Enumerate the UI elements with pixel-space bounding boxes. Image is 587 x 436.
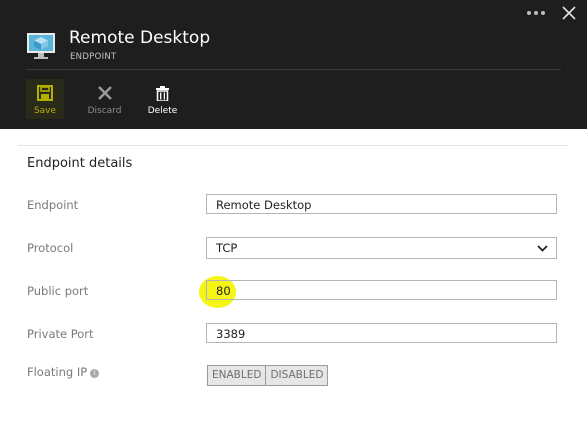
- header-divider: [26, 69, 561, 70]
- close-button[interactable]: [551, 0, 587, 26]
- section-divider: [18, 145, 569, 146]
- command-toolbar: Save Discard Delete: [26, 79, 200, 119]
- trash-icon: [156, 85, 169, 101]
- delete-button[interactable]: Delete: [142, 79, 183, 119]
- more-options-button[interactable]: [521, 0, 551, 26]
- protocol-label: Protocol: [27, 241, 74, 255]
- floating-ip-label-text: Floating IP: [27, 365, 88, 379]
- public-port-input[interactable]: 80: [206, 280, 557, 300]
- section-title: Endpoint details: [27, 156, 133, 171]
- private-port-label: Private Port: [27, 327, 94, 341]
- page-subtitle: ENDPOINT: [70, 52, 117, 62]
- floating-ip-label: Floating IP i: [27, 365, 100, 379]
- private-port-input[interactable]: 3389: [206, 323, 557, 343]
- page-title: Remote Desktop: [69, 28, 211, 48]
- endpoint-label: Endpoint: [27, 198, 79, 212]
- floating-ip-disabled-option[interactable]: DISABLED: [265, 366, 328, 385]
- endpoint-blade: Remote Desktop ENDPOINT Save Discard Del…: [0, 0, 587, 436]
- save-icon: [37, 85, 53, 101]
- save-button[interactable]: Save: [26, 79, 64, 119]
- endpoint-name-input[interactable]: Remote Desktop: [206, 194, 557, 214]
- protocol-select[interactable]: TCP: [206, 237, 557, 259]
- virtual-machine-icon: [27, 33, 55, 59]
- discard-icon: [97, 86, 112, 100]
- info-icon[interactable]: i: [90, 369, 100, 378]
- delete-label: Delete: [147, 106, 178, 116]
- blade-header: Remote Desktop ENDPOINT Save Discard Del…: [0, 0, 587, 129]
- floating-ip-enabled-option[interactable]: ENABLED: [208, 366, 266, 385]
- ellipsis-icon: [527, 11, 531, 15]
- discard-button[interactable]: Discard: [84, 79, 125, 119]
- public-port-label: Public port: [27, 284, 89, 298]
- close-icon: [562, 6, 576, 20]
- save-label: Save: [33, 106, 57, 116]
- floating-ip-toggle: ENABLED DISABLED: [207, 365, 329, 386]
- blade-content: Endpoint details Endpoint Remote Desktop…: [0, 129, 587, 436]
- protocol-selected-value: TCP: [216, 241, 238, 255]
- discard-label: Discard: [87, 106, 122, 116]
- blade-controls: [521, 0, 587, 26]
- chevron-down-icon: [537, 244, 548, 252]
